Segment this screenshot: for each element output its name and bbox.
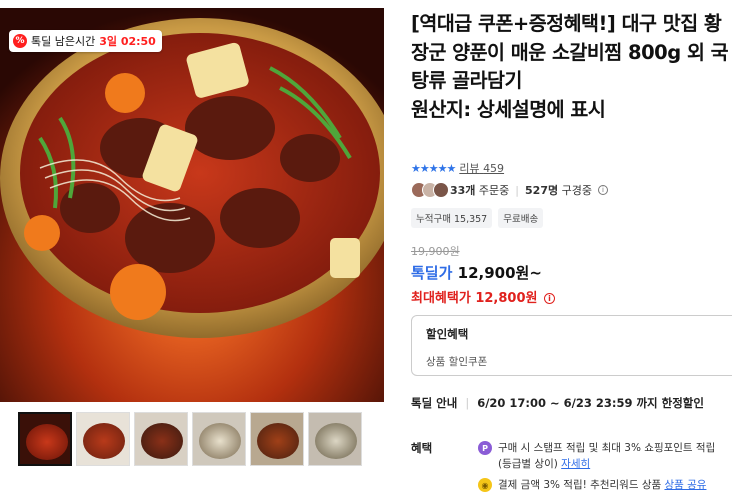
deal-timer-badge: % 톡딜 남은시간 3일 02:50 xyxy=(9,30,162,52)
info-icon[interactable]: i xyxy=(544,293,556,304)
share-product-link[interactable]: 상품 공유 xyxy=(664,479,706,491)
deal-timer-label: 톡딜 남은시간 xyxy=(31,35,96,48)
cumulative-purchase-chip: 누적구매 15,357 xyxy=(411,208,493,228)
discount-sub: 상품 할인쿠폰 xyxy=(426,356,488,368)
origin-info: 원산지: 상세설명에 표시 xyxy=(411,97,606,121)
free-shipping-chip: 무료배송 xyxy=(498,208,544,228)
thumbnail-5[interactable] xyxy=(250,412,304,466)
star-rating-icon: ★★★★★ xyxy=(411,161,456,175)
product-chips: 누적구매 15,357 무료배송 xyxy=(411,208,544,228)
rating-row: ★★★★★ 리뷰 459 xyxy=(411,160,504,176)
food-photo xyxy=(0,8,384,402)
deal-price-label: 톡딜가 xyxy=(411,264,453,282)
thumbnail-6[interactable] xyxy=(308,412,362,466)
deal-price: 톡딜가 12,900원~ xyxy=(411,262,542,283)
original-price: 19,900원 xyxy=(411,245,460,258)
review-link[interactable]: 리뷰 459 xyxy=(459,160,504,176)
max-price-value: 12,800원 xyxy=(475,291,538,306)
benefit-item-stamp: P 구매 시 스탬프 적립 및 최대 3% 쇼핑포인트 적립 (등급별 상이) … xyxy=(478,440,732,472)
benefits-label: 혜택 xyxy=(411,441,433,455)
product-title: [역대급 쿠폰+증정혜택!] 대구 맛집 황장군 양푼이 매운 소갈비찜 800… xyxy=(411,10,731,124)
buyer-avatars xyxy=(411,182,449,198)
review-count: 459 xyxy=(483,162,505,175)
percent-icon: % xyxy=(13,34,27,48)
orders-count: 33개 주문중 xyxy=(450,184,510,197)
main-product-image: % 톡딜 남은시간 3일 02:50 xyxy=(0,8,384,402)
details-link[interactable]: 자세히 xyxy=(561,458,590,470)
deal-info-label: 톡딜 안내 xyxy=(411,396,458,410)
thumbnail-strip xyxy=(18,412,362,466)
max-benefit-price: 최대혜택가 12,800원 i xyxy=(411,287,556,306)
deal-price-value: 12,900원~ xyxy=(457,264,542,282)
product-name: [역대급 쿠폰+증정혜택!] 대구 맛집 황장군 양푼이 매운 소갈비찜 800… xyxy=(411,12,729,92)
benefit-item-reward: ◉ 결제 금액 3% 적립! 추천리워드 상품 상품 공유 xyxy=(478,477,732,493)
divider: | xyxy=(465,396,470,410)
info-icon[interactable]: i xyxy=(597,185,608,195)
point-icon: P xyxy=(478,441,492,455)
benefit-text: 구매 시 스탬프 적립 및 최대 3% 쇼핑포인트 적립 xyxy=(498,442,716,454)
max-price-label: 최대혜택가 xyxy=(411,291,471,306)
benefit-text: 결제 금액 3% 적립! 추천리워드 상품 xyxy=(498,479,665,491)
benefit-text-2: (등급별 상이) xyxy=(498,458,562,470)
deal-info-row: 톡딜 안내 | 6/20 17:00 ~ 6/23 23:59 까지 한정할인 xyxy=(411,395,704,411)
deal-info-value: 6/20 17:00 ~ 6/23 23:59 까지 한정할인 xyxy=(477,396,704,410)
thumbnail-2[interactable] xyxy=(76,412,130,466)
deal-timer-value: 3일 02:50 xyxy=(99,35,156,48)
thumbnail-1[interactable] xyxy=(18,412,72,466)
discount-heading: 할인혜택 xyxy=(426,327,469,341)
thumbnail-3[interactable] xyxy=(134,412,188,466)
divider: | xyxy=(515,183,520,197)
review-label: 리뷰 xyxy=(459,162,480,175)
thumbnail-4[interactable] xyxy=(192,412,246,466)
viewers-count: 527명 구경중 xyxy=(525,184,592,197)
discount-benefit-box[interactable]: 할인혜택 상품 할인쿠폰 xyxy=(411,315,732,376)
buyer-activity: 33개 주문중 | 527명 구경중 i xyxy=(411,182,608,198)
coin-icon: ◉ xyxy=(478,478,492,492)
